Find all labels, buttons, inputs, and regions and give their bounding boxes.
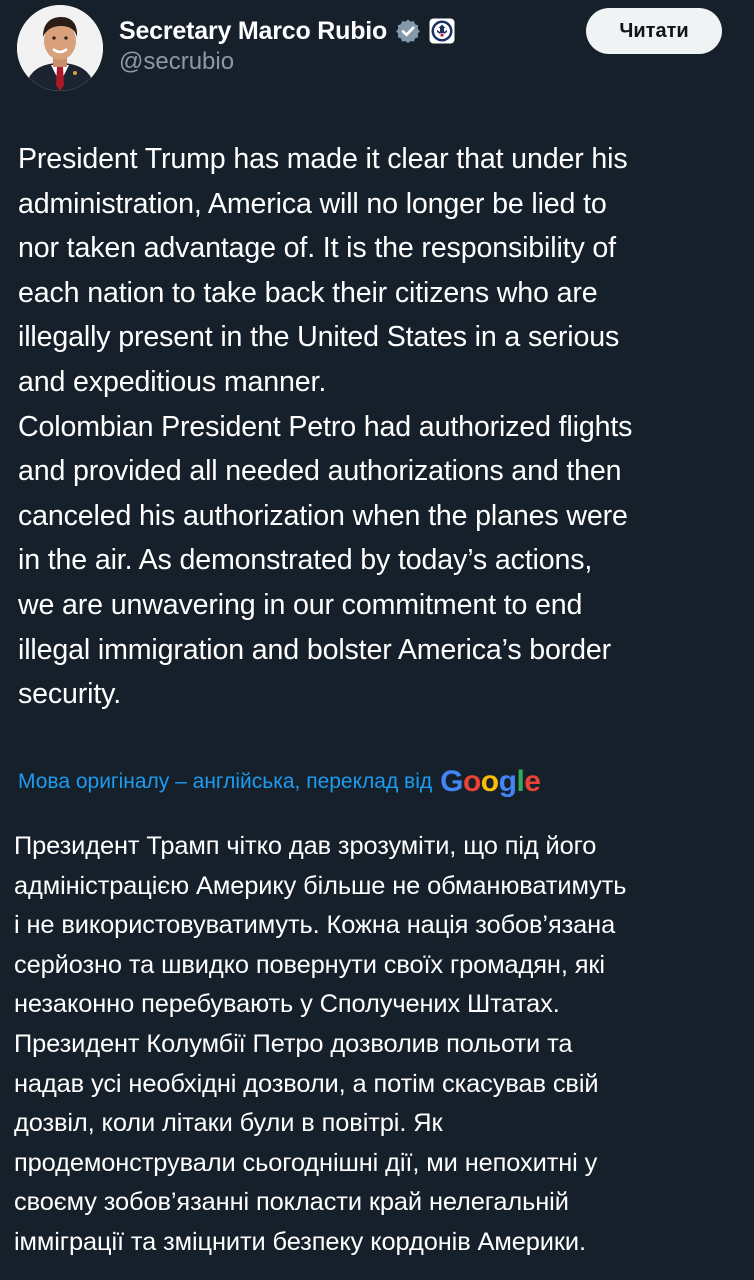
display-name[interactable]: Secretary Marco Rubio (119, 17, 387, 46)
follow-button[interactable]: Читати (586, 8, 722, 54)
verified-badge-icon[interactable] (395, 18, 421, 44)
tweet-translated-text: Президент Трамп чітко дав зрозуміти, що … (14, 832, 627, 1256)
avatar[interactable] (17, 5, 103, 91)
display-name-row: Secretary Marco Rubio (119, 14, 455, 48)
translation-attribution[interactable]: Мова оригіналу – англійська, переклад ві… (18, 762, 541, 802)
google-logo: Google (440, 765, 541, 798)
tweet-original-text: President Trump has made it clear that u… (18, 143, 633, 711)
translation-note[interactable]: Мова оригіналу – англійська, переклад ві… (18, 770, 432, 794)
tweet: Secretary Marco Rubio @secrubio Читати P… (0, 0, 754, 1280)
handle[interactable]: @secrubio (119, 48, 234, 76)
state-department-seal-icon[interactable] (429, 18, 455, 44)
tweet-header: Secretary Marco Rubio @secrubio Читати (0, 0, 754, 100)
